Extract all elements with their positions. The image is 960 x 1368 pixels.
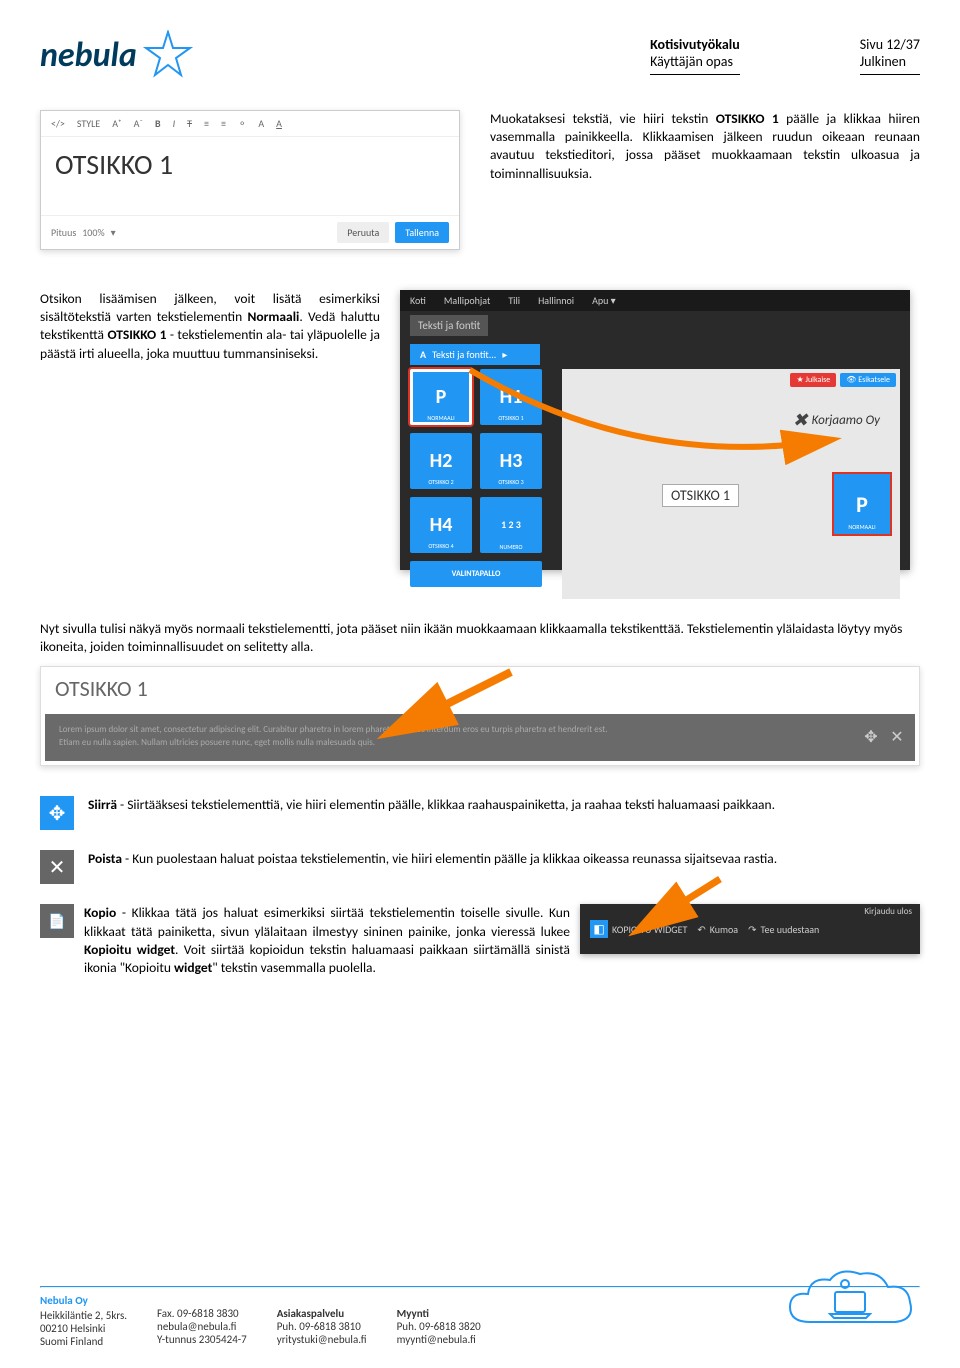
row-kopio: 📄 Kopio - Klikkaa tätä jos haluat esimer…: [40, 904, 920, 977]
footer-sales-title: Myynti: [397, 1307, 481, 1320]
footer-ytunnus: Y-tunnus 2305424-7: [157, 1333, 247, 1346]
close-icon: ✕: [887, 728, 907, 748]
copy-icon-box: 📄: [40, 904, 74, 938]
section-drag-panel: Otsikon lisäämisen jälkeen, voit lisätä …: [40, 290, 920, 570]
julkaise-badge: ★ Julkaise: [790, 373, 836, 387]
redo-icon: ↷: [748, 923, 756, 936]
page-footer: Nebula Oy Heikkiläntie 2, 5krs. 00210 He…: [40, 1294, 920, 1348]
row-siirra: ✥ Siirrä - Siirtääksesi tekstielementtiä…: [40, 796, 920, 830]
nav-koti: Koti: [410, 294, 426, 307]
tile-h3: H3OTSIKKO 3: [480, 433, 542, 489]
footer-support-title: Asiakaspalvelu: [277, 1307, 367, 1320]
footer-support-phone: Puh. 09-6818 3810: [277, 1320, 367, 1333]
row-poista: ✕ Poista - Kun puolestaan haluat poistaa…: [40, 850, 920, 884]
section-editor-intro: </> STYLE A⁺ A⁻ B I T ≡ ≡ ⚬ A A OTSIKKO …: [40, 110, 920, 250]
footer-email: nebula@nebula.fi: [157, 1320, 247, 1333]
move-icon-box: ✥: [40, 796, 74, 830]
kopio-text: Kopio - Klikkaa tätä jos haluat esimerki…: [84, 904, 570, 977]
nav-hallinnoi: Hallinnoi: [538, 294, 574, 307]
footer-address1: Heikkiläntie 2, 5krs.: [40, 1309, 127, 1322]
toolbar-code-icon: </>: [51, 117, 65, 130]
page-info: Sivu 12/37: [860, 36, 920, 53]
footer-fax: Fax. 09-6818 3830: [157, 1307, 247, 1320]
wide-screenshot: OTSIKKO 1 Lorem ipsum dolor sit amet, co…: [40, 666, 920, 766]
visibility: Julkinen: [860, 53, 920, 70]
header-meta: Kotisivutyökalu Käyttäjän opas Sivu 12/3…: [650, 36, 920, 75]
preview-side: ★ Julkaise 👁 Esikatsele ✖ Korjaamo Oy OT…: [562, 369, 900, 599]
toolbar-link-icon: ⚬: [238, 117, 246, 130]
save-button[interactable]: Tallenna: [395, 222, 449, 243]
star-icon: [143, 30, 193, 80]
nav-tili: Tili: [508, 294, 520, 307]
kopioitu-widget-chip: ◧ KOPIOITU WIDGET: [590, 920, 687, 938]
panel-body: PNORMAALI H1OTSIKKO 1 H2OTSIKKO 2 H3OTSI…: [400, 369, 910, 599]
section3-paragraph: Nyt sivulla tulisi näkyä myös normaali t…: [40, 620, 920, 656]
footer-sales-email: myynti@nebula.fi: [397, 1333, 481, 1346]
section1-paragraph: Muokataksesi tekstiä, vie hiiri tekstin …: [490, 110, 920, 183]
panel-sidebar-label: A Teksti ja fontit... ▸: [410, 344, 540, 365]
editor-footer: Pituus 100% ▾ Peruuta Tallenna: [41, 215, 459, 249]
arrow-right-icon: ▸: [502, 348, 507, 361]
cancel-button[interactable]: Peruuta: [337, 222, 389, 243]
tile-h1: H1OTSIKKO 1: [480, 369, 542, 425]
redo-chip: ↷ Tee uudestaan: [748, 923, 819, 936]
tile-numero: 1 2 3NUMERO: [480, 497, 542, 553]
toolbar-bold-icon: B: [155, 117, 161, 130]
wide-title: OTSIKKO 1: [41, 667, 919, 710]
logo: nebula: [40, 30, 193, 80]
editor-screenshot: </> STYLE A⁺ A⁻ B I T ≡ ≡ ⚬ A A OTSIKKO …: [40, 110, 460, 250]
footer-address3: Suomi Finland: [40, 1335, 127, 1348]
toolbar-font-down: A⁻: [134, 117, 143, 130]
tile-valintapallo: VALINTAPALLO: [410, 561, 542, 587]
widget-icon: ◧: [590, 920, 608, 938]
doc-title: Kotisivutyökalu: [650, 36, 740, 53]
siirra-text: Siirrä - Siirtääksesi tekstielementtiä, …: [88, 796, 920, 814]
text-a-icon: A: [420, 348, 426, 361]
preview-tile-p: P NORMAALI: [834, 474, 890, 534]
poista-text: Poista - Kun puolestaan haluat poistaa t…: [88, 850, 920, 868]
footer-address2: 00210 Helsinki: [40, 1322, 127, 1335]
tile-grid: PNORMAALI H1OTSIKKO 1 H2OTSIKKO 2 H3OTSI…: [410, 369, 542, 553]
toolbar-numlist-icon: ≡: [221, 117, 226, 130]
undo-icon: ↶: [697, 923, 705, 936]
kopio-screenshot: Kirjaudu ulos ◧ KOPIOITU WIDGET ↶ Kumoa …: [580, 904, 920, 954]
toolbar-strike-icon: T: [187, 117, 192, 130]
footer-sales-phone: Puh. 09-6818 3820: [397, 1320, 481, 1333]
editor-toolbar: </> STYLE A⁺ A⁻ B I T ≡ ≡ ⚬ A A: [41, 111, 459, 137]
footer-company: Nebula Oy: [40, 1294, 127, 1307]
nav-apu: Apu ▾: [592, 294, 616, 307]
tile-h2: H2OTSIKKO 2: [410, 433, 472, 489]
wrench-icon: ✖: [793, 409, 808, 431]
panel-screenshot: Koti Mallipohjat Tili Hallinnoi Apu ▾ Te…: [400, 290, 910, 570]
toolbar-italic-icon: I: [173, 117, 176, 130]
toolbar-underline-icon: A: [276, 117, 282, 130]
page-header: nebula Kotisivutyökalu Käyttäjän opas Si…: [40, 30, 920, 80]
preview-brand: ✖ Korjaamo Oy: [793, 409, 880, 431]
delete-icon-box: ✕: [40, 850, 74, 884]
length-value: 100%: [82, 226, 104, 239]
cloud-laptop-icon: [780, 1262, 920, 1352]
length-label: Pituus: [51, 226, 76, 239]
wide-lorem-bar: Lorem ipsum dolor sit amet, consectetur …: [45, 714, 915, 761]
toolbar-font-up: A⁺: [112, 117, 121, 130]
logo-text: nebula: [40, 35, 137, 76]
toolbar-style: STYLE: [77, 117, 100, 130]
tile-h4: H4OTSIKKO 4: [410, 497, 472, 553]
tile-p: PNORMAALI: [410, 369, 472, 425]
preview-otsikko: OTSIKKO 1: [662, 484, 739, 507]
esikatsele-badge: 👁 Esikatsele: [840, 373, 896, 387]
panel-nav: Koti Mallipohjat Tili Hallinnoi Apu ▾: [400, 290, 910, 311]
move-icon: ✥: [861, 728, 881, 748]
toolbar-list-icon: ≡: [204, 117, 209, 130]
panel-tag: Teksti ja fontit: [410, 315, 488, 336]
nav-mallipohjat: Mallipohjat: [444, 294, 490, 307]
toolbar-color-icon: A: [258, 117, 264, 130]
dropdown-icon: ▾: [111, 226, 116, 239]
logout-label: Kirjaudu ulos: [864, 906, 912, 917]
editor-body: OTSIKKO 1: [41, 137, 459, 215]
kumoa-chip: ↶ Kumoa: [697, 923, 738, 936]
footer-support-email: yritystuki@nebula.fi: [277, 1333, 367, 1346]
section2-paragraph: Otsikon lisäämisen jälkeen, voit lisätä …: [40, 290, 380, 363]
doc-subtitle: Käyttäjän opas: [650, 53, 740, 70]
